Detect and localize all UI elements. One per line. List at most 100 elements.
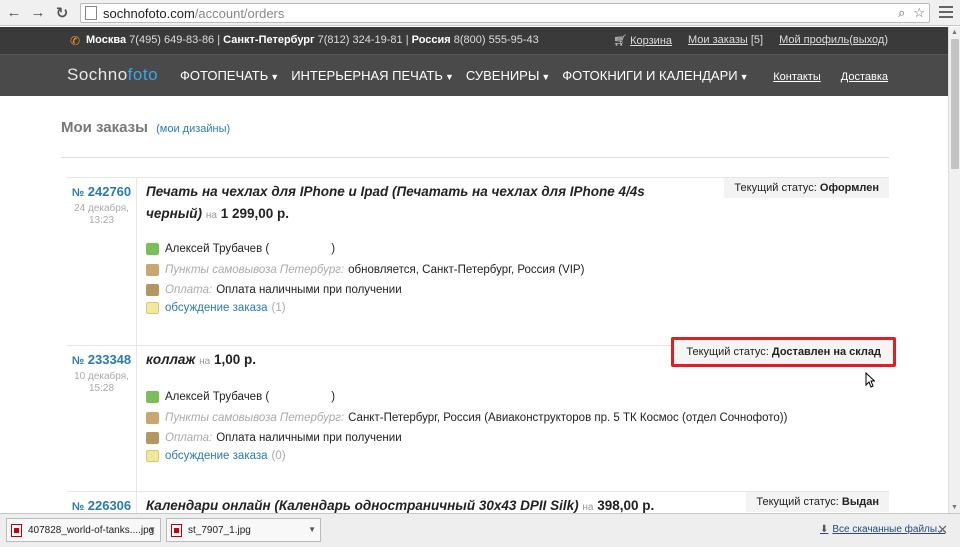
order-number[interactable]: № 242760 (67, 184, 136, 199)
download-filename: 407828_world-of-tanks....jpg (28, 524, 155, 536)
price-prefix: на (205, 210, 217, 221)
order-card: № 233348 10 декабря, 15:28 коллаж на 1,00… (67, 337, 896, 492)
chevron-down-icon: ▼ (444, 72, 454, 82)
pickup-row: Пункты самовывоза Петербург: Санкт-Петерб… (146, 412, 787, 424)
payment-icon (146, 432, 159, 444)
all-downloads-link[interactable]: ⬇ Все скачанные файлы... (820, 524, 945, 535)
box-icon (146, 412, 159, 424)
status-label: Текущий статус: (734, 182, 817, 194)
image-file-icon (171, 523, 182, 537)
logo-accent: foto (127, 65, 159, 84)
status-badge: Текущий статус: Выдан (746, 492, 889, 512)
my-orders-link[interactable]: Мои заказы (688, 34, 748, 46)
browser-toolbar: ← → ↻ sochnofoto.com/account/orders ⌕ ☆ (0, 0, 960, 26)
forward-icon[interactable]: → (28, 3, 48, 23)
back-icon[interactable]: ← (4, 3, 24, 23)
pickup-label: Пункты самовывоза Петербург: (165, 412, 345, 424)
download-bar: 407828_world-of-tanks....jpg ▼ st_7907_1… (0, 513, 960, 547)
my-profile-link[interactable]: Мой профиль (779, 34, 849, 46)
phone-moscow: 7(495) 649-83-86 (129, 34, 215, 46)
order-date: 24 декабря, 13:23 (67, 203, 136, 227)
delivery-link[interactable]: Доставка (841, 71, 888, 83)
zoom-icon[interactable]: ⌕ (898, 5, 905, 21)
box-icon (146, 264, 159, 276)
pickup-label: Пункты самовывоза Петербург: (165, 264, 345, 276)
site-topbar: ✆ Москва 7(495) 649-83-86 | Санкт-Петерб… (0, 27, 948, 54)
address-bar[interactable]: sochnofoto.com/account/orders ⌕ ☆ (80, 3, 930, 23)
contacts-link[interactable]: Контакты (773, 71, 821, 83)
order-date-time: 15:28 (88, 383, 115, 394)
chat-icon (146, 302, 159, 314)
cart-link[interactable]: Корзина (630, 35, 672, 47)
my-designs-link[interactable]: (мои дизайны) (156, 123, 230, 135)
order-title: коллаж на 1,00 р. (146, 349, 656, 373)
chevron-down-icon[interactable]: ▼ (148, 525, 156, 534)
chevron-down-icon: ▼ (739, 72, 749, 82)
site-logo[interactable]: Sochnofoto (67, 65, 158, 85)
nav-item-souvenirs[interactable]: СУВЕНИРЫ ▼ (466, 68, 550, 83)
order-price: 398,00 р. (597, 498, 655, 513)
scroll-thumb[interactable] (951, 39, 959, 169)
user-icon (146, 243, 159, 255)
price-prefix: на (199, 356, 211, 367)
order-title: Печать на чехлах для IPhone и Ipad (Печа… (146, 181, 656, 227)
nav-item-label: ФОТОПЕЧАТЬ (180, 68, 269, 83)
phone-spb: 7(812) 324-19-81 (317, 34, 403, 46)
phone-russia: 8(800) 555-95-43 (453, 34, 539, 46)
discussion-link[interactable]: обсуждение заказа (165, 450, 268, 462)
discussion-count: (1) (271, 302, 286, 314)
price-prefix: на (582, 502, 594, 513)
pickup-row: Пункты самовывоза Петербург: обновляется,… (146, 264, 584, 276)
discussion-row: обсуждение заказа (0) (146, 450, 286, 462)
chevron-down-icon: ▼ (541, 72, 551, 82)
url-host: sochnofoto.com (103, 5, 195, 21)
order-card: № 242760 24 декабря, 13:23 Печать на чехл… (67, 177, 889, 346)
order-title: Календари онлайн (Календарь одностраничн… (146, 495, 656, 513)
image-file-icon (11, 523, 22, 537)
chat-icon (146, 450, 159, 462)
discussion-link[interactable]: обсуждение заказа (165, 302, 268, 314)
divider (61, 157, 889, 158)
main-nav: Sochnofoto ФОТОПЕЧАТЬ ▼ ИНТЕРЬЕРНАЯ ПЕЧАТ… (0, 54, 948, 96)
nav-item-photobooks[interactable]: ФОТОКНИГИ И КАЛЕНДАРИ ▼ (562, 68, 748, 83)
nav-item-photoprint[interactable]: ФОТОПЕЧАТЬ ▼ (180, 68, 279, 83)
order-meta: № 233348 10 декабря, 15:28 (67, 346, 137, 492)
payment-label: Оплата: (165, 284, 213, 296)
order-meta: № 242760 24 декабря, 13:23 (67, 178, 137, 346)
status-label: Текущий статус: (686, 346, 769, 358)
scroll-down-icon[interactable]: ▼ (951, 504, 958, 511)
pickup-value: Санкт-Петербург, Россия (Авиаконструктор… (348, 412, 788, 424)
chevron-down-icon[interactable]: ▼ (308, 525, 316, 534)
reload-icon[interactable]: ↻ (52, 3, 72, 23)
order-date: 10 декабря, 15:28 (67, 371, 136, 395)
download-item[interactable]: 407828_world-of-tanks....jpg ▼ (6, 518, 161, 542)
payment-value: Оплата наличными при получении (216, 432, 402, 444)
page-scrollbar[interactable]: ▲ ▼ (948, 27, 960, 513)
order-number-value: 226306 (87, 498, 132, 513)
payment-value: Оплата наличными при получении (216, 284, 402, 296)
payment-icon (146, 284, 159, 296)
browser-menu-icon[interactable] (938, 4, 954, 20)
order-meta: № 226306 (67, 492, 137, 513)
page-title: Мои заказы (мои дизайны) (61, 119, 230, 136)
separator: | (405, 34, 409, 46)
nav-item-interior[interactable]: ИНТЕРЬЕРНАЯ ПЕЧАТЬ ▼ (291, 68, 454, 83)
logout-link[interactable]: выход (853, 34, 884, 46)
bookmark-star-icon[interactable]: ☆ (913, 5, 925, 21)
discussion-count: (0) (271, 450, 286, 462)
download-item[interactable]: st_7907_1.jpg ▼ (166, 518, 321, 542)
pickup-value: обновляется, Санкт-Петербург, Россия (VI… (348, 264, 585, 276)
city-spb: Санкт-Петербург (223, 34, 315, 46)
order-number[interactable]: № 233348 (67, 352, 136, 367)
nav-item-label: СУВЕНИРЫ (465, 68, 540, 83)
close-icon[interactable]: ✕ (937, 522, 948, 538)
order-price: 1,00 р. (213, 352, 256, 367)
separator: | (217, 34, 221, 46)
scroll-up-icon[interactable]: ▲ (951, 29, 958, 36)
all-downloads-label: Все скачанные файлы... (832, 524, 946, 535)
mouse-cursor-icon (865, 372, 875, 388)
main-content: Мои заказы (мои дизайны) № 242760 24 дек… (0, 96, 948, 513)
order-number[interactable]: № 226306 (67, 498, 136, 513)
order-date-day: 10 декабря, (74, 371, 129, 382)
order-card: № 226306 Календари онлайн (Календарь одн… (67, 491, 889, 513)
